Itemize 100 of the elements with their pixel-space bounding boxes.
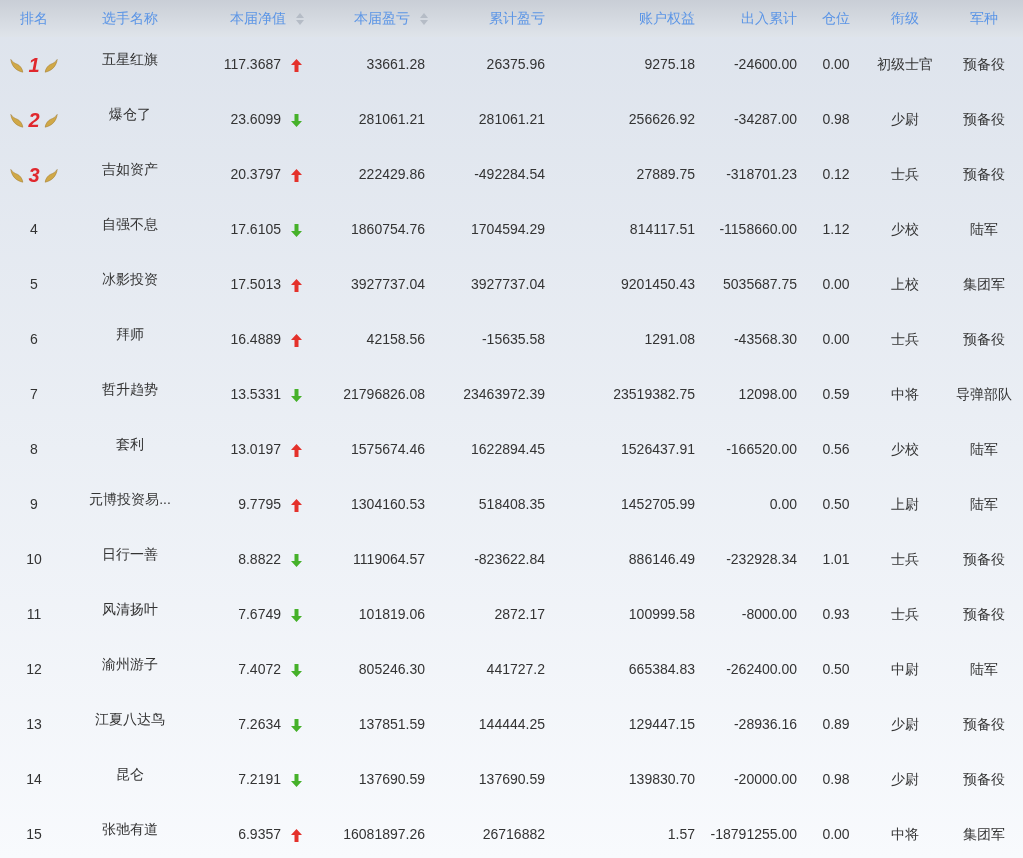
player-name: 吉如资产: [102, 160, 158, 179]
table-cell-text: 20.3797: [230, 165, 281, 184]
table-cell-text: 预备役: [962, 770, 1005, 789]
player-name: 套利: [116, 435, 144, 454]
rank-number: 3: [27, 164, 41, 185]
table-cell-text: 陆军: [969, 220, 998, 239]
table-cell-text: -20000.00: [733, 770, 797, 789]
player-name: 哲升趋势: [102, 380, 158, 399]
table-cell-text: 0.00: [822, 825, 850, 844]
table-cell-text: 129447.15: [628, 715, 695, 734]
table-cell-text: 7.6749: [238, 605, 281, 624]
table-cell-text: 1704594.29: [471, 220, 545, 239]
table-cell-text: 222429.86: [358, 165, 425, 184]
player-name: 爆仓了: [109, 105, 151, 124]
table-cell-text: 0.93: [822, 605, 850, 624]
table-cell-text: 1860754.76: [351, 220, 425, 239]
sort-icon[interactable]: [296, 12, 304, 25]
player-name: 渝州游子: [102, 655, 158, 674]
table-cell-text: 士兵: [891, 550, 919, 569]
column-header: 排名: [20, 9, 48, 28]
table-cell-text: 16081897.26: [343, 825, 425, 844]
rank-number: 4: [30, 220, 38, 239]
table-cell-text: 上尉: [891, 495, 919, 514]
table-cell-text: 少尉: [891, 715, 919, 734]
sort-icon[interactable]: [420, 12, 428, 25]
column-header[interactable]: 本届盈亏: [354, 8, 428, 29]
table-cell-text: 137690.59: [358, 770, 425, 789]
table-cell-text: 144444.25: [478, 715, 545, 734]
table-cell-text: 1622894.45: [471, 440, 545, 459]
table-cell-text: 33661.28: [366, 55, 425, 74]
player-name: 元博投资易...: [89, 490, 171, 509]
table-cell-text: 0.50: [822, 660, 850, 679]
table-cell-text: 少尉: [891, 770, 919, 789]
rank-number: 7: [30, 385, 38, 404]
table-cell-text: 上校: [891, 275, 919, 294]
table-cell-text: 805246.30: [358, 660, 425, 679]
table-cell-text: 5035687.75: [723, 275, 797, 294]
table-cell-text: 1.01: [822, 550, 850, 569]
table-cell-text: 士兵: [891, 330, 919, 349]
table-cell-text: 7.2634: [238, 715, 281, 734]
table-cell-text: 814117.51: [629, 220, 695, 239]
table-cell-text: 26716882: [482, 825, 545, 844]
table-cell-text: 少校: [891, 220, 919, 239]
table-cell-text: 1526437.91: [621, 440, 695, 459]
table-cell-text: 0.89: [822, 715, 850, 734]
table-cell-text: 0.00: [769, 495, 797, 514]
rank-number: 10: [26, 550, 42, 569]
table-cell-text: 16.4889: [230, 330, 281, 349]
table-cell-text: 9275.18: [644, 55, 695, 74]
column-header: 仓位: [822, 9, 850, 28]
table-cell-text: 2872.17: [494, 605, 545, 624]
table-cell-text: 预备役: [962, 55, 1005, 74]
player-name: 五星红旗: [102, 50, 158, 69]
column-header: 出入累计: [741, 9, 797, 28]
table-cell-text: 26375.96: [486, 55, 545, 74]
table-cell-text: 导弹部队: [955, 385, 1012, 404]
player-name: 日行一善: [102, 545, 158, 564]
player-name: 拜师: [116, 325, 144, 344]
table-cell-text: -166520.00: [726, 440, 797, 459]
table-cell-text: 12098.00: [738, 385, 797, 404]
table-cell-text: 预备役: [962, 605, 1005, 624]
table-cell-text: 27889.75: [636, 165, 695, 184]
table-cell-text: 256626.92: [628, 110, 695, 129]
player-name: 昆仑: [116, 765, 144, 784]
column-header: 账户权益: [639, 9, 695, 28]
table-cell-text: 23.6099: [230, 110, 281, 129]
table-cell-text: 23519382.75: [613, 385, 695, 404]
table-cell-text: 13.0197: [230, 440, 281, 459]
table-cell-text: 137690.59: [478, 770, 545, 789]
table-cell-text: 0.50: [822, 495, 850, 514]
rank-number: 14: [26, 770, 42, 789]
table-cell-text: 7.2191: [238, 770, 281, 789]
table-cell-text: 1304160.53: [351, 495, 425, 514]
table-cell-text: 1.57: [667, 825, 695, 844]
table-cell-text: 3927737.04: [471, 275, 545, 294]
table-cell-text: 23463972.39: [463, 385, 545, 404]
table-cell-text: 0.00: [822, 275, 850, 294]
table-cell-text: -1158660.00: [719, 220, 797, 239]
table-cell-text: 1.12: [822, 220, 850, 239]
rank-number: 12: [26, 660, 42, 679]
column-header[interactable]: 本届净值: [230, 8, 304, 29]
table-cell-text: 117.3687: [223, 55, 281, 74]
rank-number: 11: [26, 605, 42, 624]
table-cell-text: 1119064.57: [353, 550, 425, 569]
table-cell-text: 665384.83: [628, 660, 695, 679]
table-cell-text: -28936.16: [733, 715, 797, 734]
table-cell-text: 预备役: [962, 110, 1005, 129]
player-name: 江夏八达鸟: [95, 710, 165, 729]
column-header: 衔级: [891, 9, 919, 28]
table-cell-text: 3927737.04: [351, 275, 425, 294]
player-name: 冰影投资: [102, 270, 158, 289]
table-cell-text: 281061.21: [358, 110, 425, 129]
table-cell-text: 中尉: [891, 660, 919, 679]
table-cell-text: -262400.00: [726, 660, 797, 679]
table-cell-text: -15635.58: [481, 330, 545, 349]
table-cell-text: -18791255.00: [710, 825, 797, 844]
table-cell-text: 13.5331: [230, 385, 281, 404]
table-cell-text: -318701.23: [726, 165, 797, 184]
table-cell-text: 137851.59: [358, 715, 425, 734]
column-header: 选手名称: [102, 9, 158, 28]
